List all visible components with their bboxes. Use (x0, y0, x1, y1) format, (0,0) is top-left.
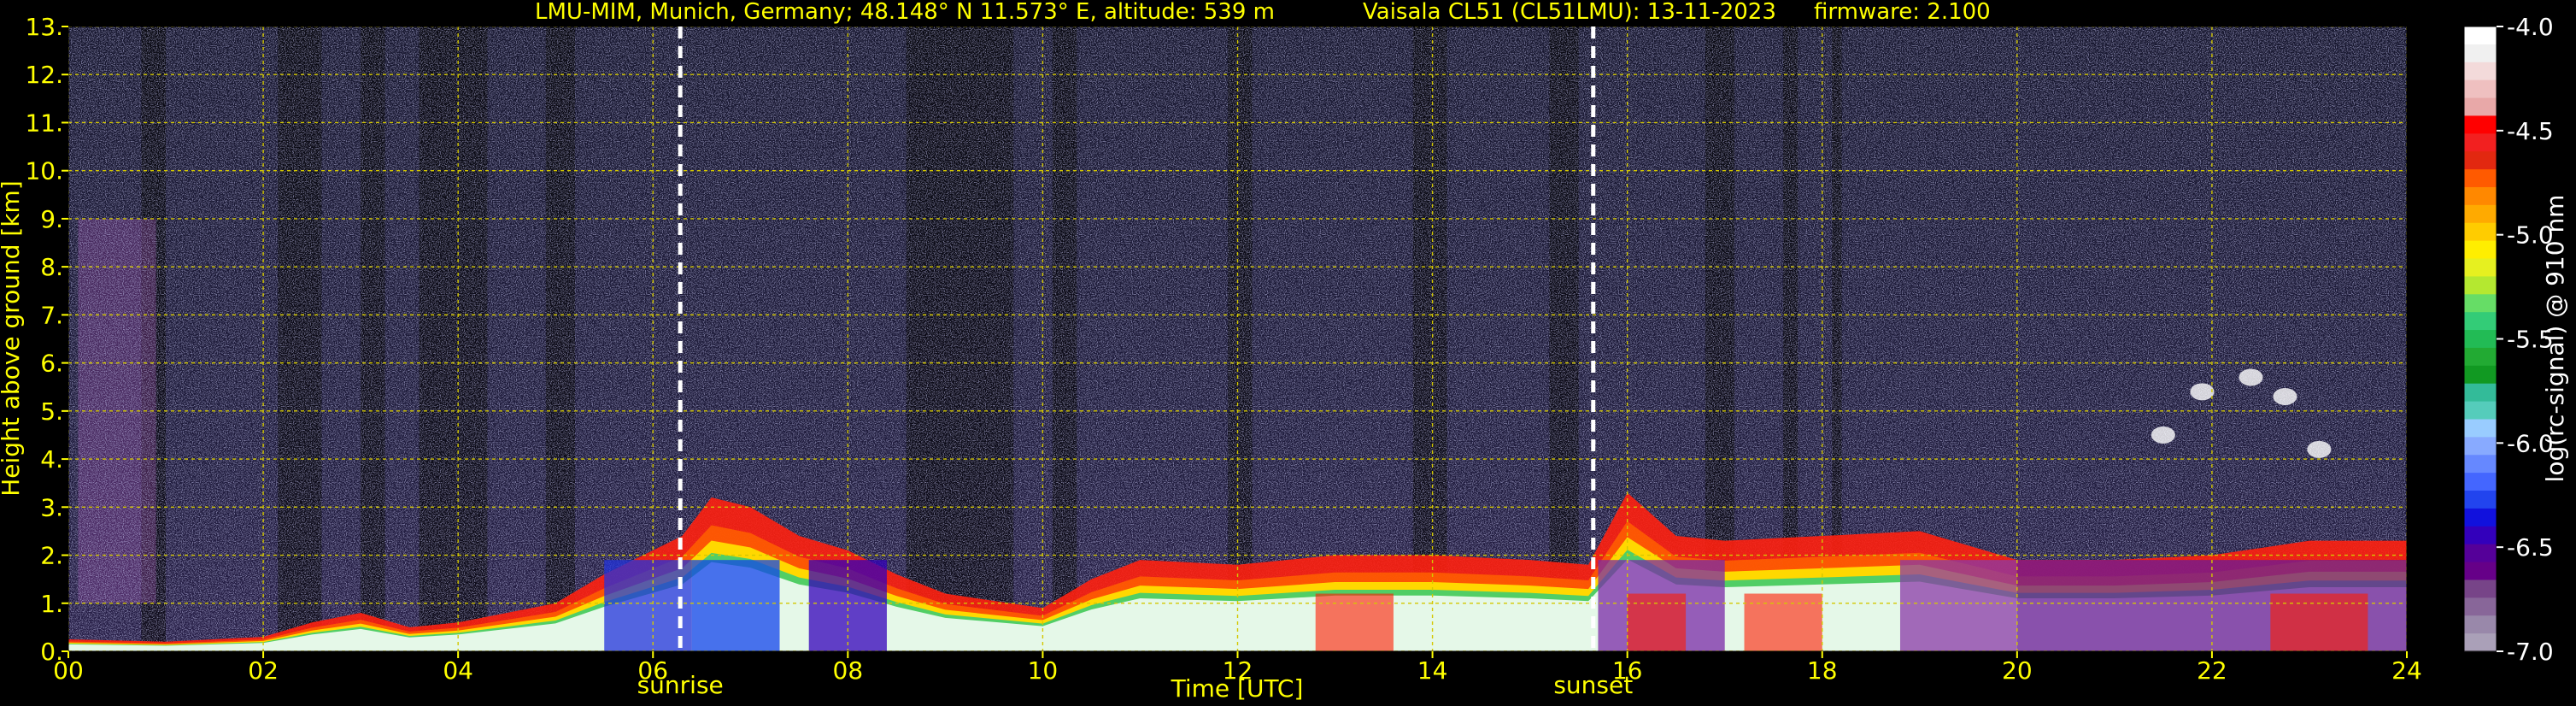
colorbar-swatch (2464, 186, 2497, 206)
colorbar-swatch (2464, 133, 2497, 152)
colorbar-swatch (2464, 258, 2497, 277)
colorbar-swatch (2464, 419, 2497, 438)
near-ground-signal (2270, 593, 2368, 651)
colorbar-swatch (2464, 633, 2497, 652)
near-ground-signal (1315, 593, 1394, 651)
x-tick-label: 06 (637, 656, 668, 685)
x-tick-label: 14 (1417, 656, 1448, 685)
y-tick-label: 10. (25, 157, 63, 185)
y-tick-label: 1. (40, 590, 63, 618)
y-tick-label: 6. (40, 350, 63, 378)
y-tick-label: 7. (40, 301, 63, 329)
near-ground-signal (1627, 593, 1687, 651)
y-tick-label: 5. (40, 397, 63, 426)
chart-title-station: LMU-MIM, Munich, Germany; 48.148° N 11.5… (535, 0, 1275, 25)
colorbar-swatch (2464, 437, 2497, 456)
colorbar-swatch (2464, 294, 2497, 313)
chart-title-firmware: firmware: 2.100 (1814, 0, 1991, 25)
near-ground-signal (1744, 593, 1822, 651)
y-tick-label: 8. (40, 253, 63, 281)
colorbar-swatch (2464, 330, 2497, 349)
x-tick-label: 18 (1807, 656, 1838, 685)
y-tick-label: 2. (40, 542, 63, 570)
y-tick-label: 13. (25, 13, 63, 41)
colorbar-swatch (2464, 169, 2497, 188)
cloud-fragment (2151, 426, 2175, 444)
colorbar-swatch (2464, 79, 2497, 99)
ceilometer-chart: LMU-MIM, Munich, Germany; 48.148° N 11.5… (0, 0, 2569, 703)
colorbar-swatch (2464, 508, 2497, 527)
x-tick-label: 02 (248, 656, 279, 685)
x-tick-label: 24 (2391, 656, 2422, 685)
colorbar-tick-label: -7.0 (2507, 638, 2554, 666)
x-tick-label: 16 (1612, 656, 1643, 685)
colorbar-swatch (2464, 597, 2497, 616)
plot-area (68, 26, 2407, 651)
colorbar-label: log(rc-signal) @ 910 nm (2541, 195, 2569, 483)
colorbar-swatch (2464, 204, 2497, 224)
x-tick-label: 22 (2197, 656, 2227, 685)
colorbar-tick-label: -6.5 (2507, 533, 2554, 562)
y-tick-label: 4. (40, 445, 63, 474)
cloud-fragment (2273, 387, 2297, 405)
y-tick-label: 12. (25, 61, 63, 89)
colorbar: -4.0-4.5-5.0-5.5-6.0-6.5-7.0 (2463, 13, 2554, 666)
colorbar-swatch (2464, 115, 2497, 134)
colorbar-swatch (2464, 544, 2497, 563)
x-tick-label: 04 (443, 656, 473, 685)
colorbar-swatch (2464, 151, 2497, 170)
x-tick-label: 20 (2002, 656, 2033, 685)
colorbar-swatch (2464, 455, 2497, 474)
colorbar-swatch (2464, 222, 2497, 242)
colorbar-swatch (2464, 26, 2497, 45)
x-axis-label: Time [UTC] (1171, 674, 1304, 703)
colorbar-swatch (2464, 526, 2497, 545)
cloud-fragment (2307, 440, 2332, 458)
y-axis-label: Height above ground [km] (0, 180, 25, 497)
low-signal-region (1899, 560, 2017, 651)
x-tick-label: 10 (1028, 656, 1059, 685)
colorbar-swatch (2464, 491, 2497, 509)
y-tick-label: 11. (25, 109, 63, 137)
chart-title-instrument: Vaisala CL51 (CL51LMU): 13-11-2023 (1363, 0, 1776, 25)
colorbar-swatch (2464, 580, 2497, 598)
colorbar-swatch (2464, 347, 2497, 367)
colorbar-swatch (2464, 44, 2497, 63)
colorbar-tick-label: -4.5 (2507, 117, 2554, 145)
y-axis-ticks: 0. 1. 2. 3. 4. 5. 6. 7. 8. 9. 10. 11. 12. 13. (25, 13, 68, 666)
y-tick-label: 3. (40, 493, 63, 521)
colorbar-swatch (2464, 365, 2497, 385)
cloud-fragment (2239, 368, 2263, 386)
colorbar-tick-label: -4.0 (2507, 13, 2554, 41)
x-tick-label: 08 (833, 656, 864, 685)
cloud-fragment (2190, 383, 2215, 401)
y-tick-label: 9. (40, 205, 63, 233)
colorbar-swatch (2464, 62, 2497, 81)
noise-speckle (68, 26, 2407, 651)
colorbar-swatch (2464, 383, 2497, 403)
colorbar-swatch (2464, 276, 2497, 295)
colorbar-swatch (2464, 401, 2497, 421)
low-signal-region (691, 560, 780, 651)
colorbar-swatch (2464, 562, 2497, 581)
colorbar-swatch (2464, 615, 2497, 634)
colorbar-swatch (2464, 240, 2497, 260)
colorbar-swatch (2464, 312, 2497, 331)
y-tick-label: 0. (40, 638, 63, 666)
colorbar-swatch (2464, 97, 2497, 117)
colorbar-swatch (2464, 473, 2497, 491)
